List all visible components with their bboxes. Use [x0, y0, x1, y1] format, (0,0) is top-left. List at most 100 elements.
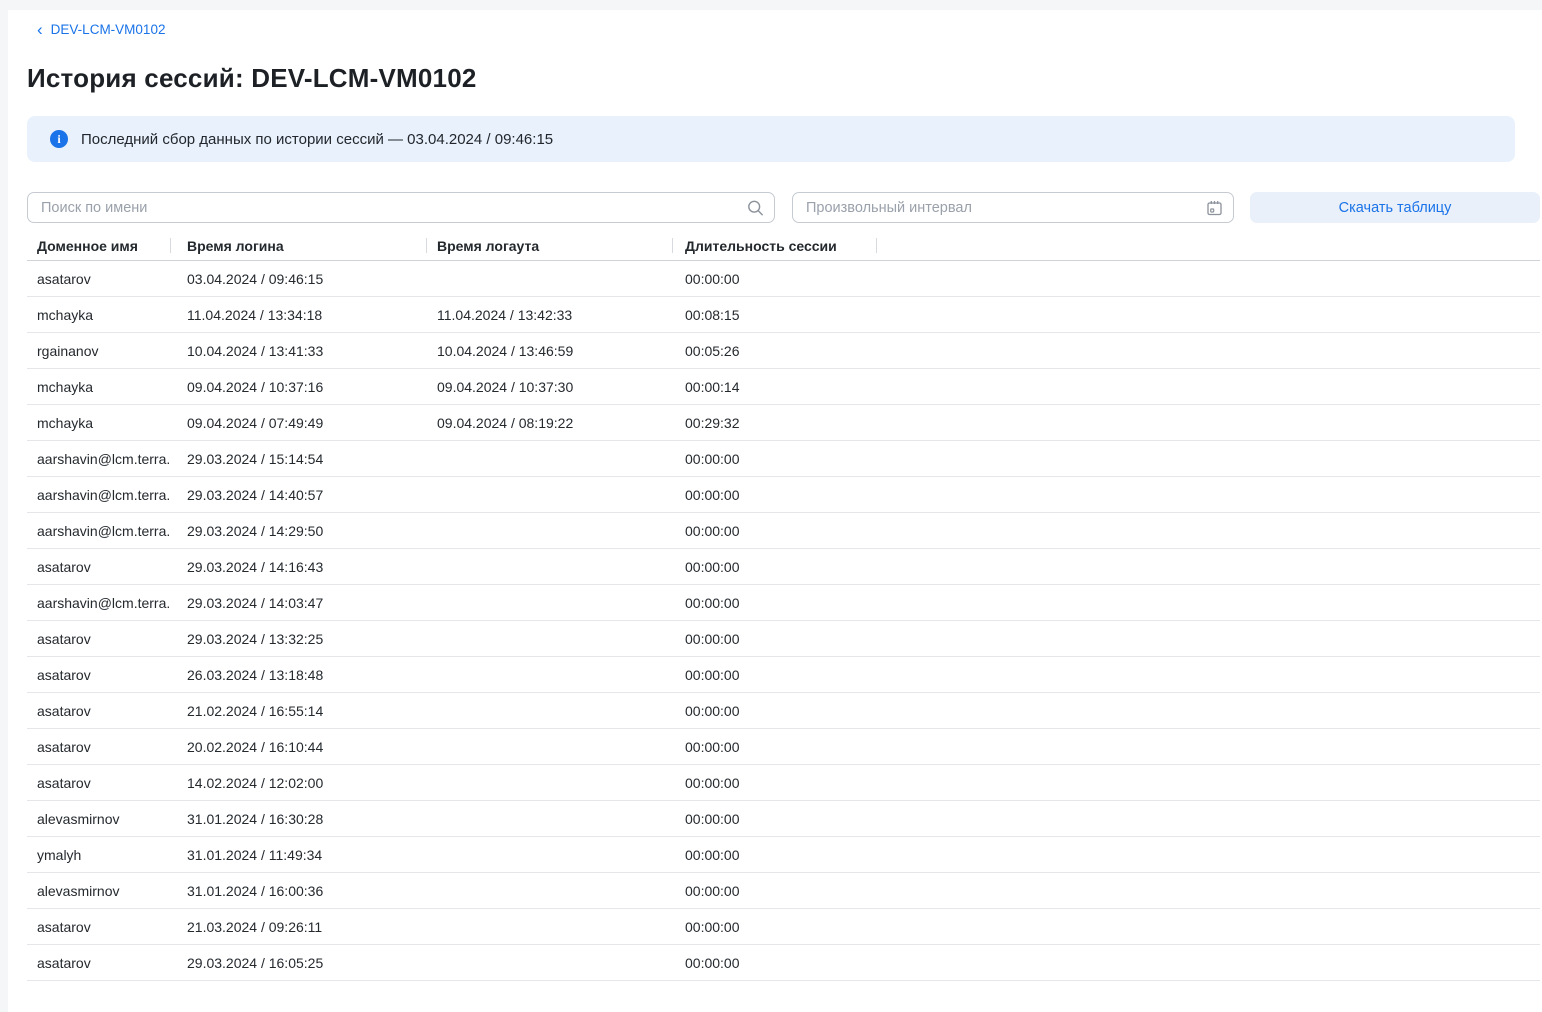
page-title: История сессий: DEV-LCM-VM0102 — [27, 63, 1542, 94]
table-row: asatarov20.02.2024 / 16:10:44 00:00:00 — [27, 729, 1540, 765]
table-row: asatarov03.04.2024 / 09:46:15 00:00:00 — [27, 261, 1540, 297]
cell-domain-name: asatarov — [27, 739, 171, 755]
cell-login-time: 29.03.2024 / 13:32:25 — [171, 631, 427, 647]
cell-login-time: 11.04.2024 / 13:34:18 — [171, 307, 427, 323]
session-history-page: ‹ DEV-LCM-VM0102 История сессий: DEV-LCM… — [0, 0, 1542, 981]
cell-logout-time: 09.04.2024 / 08:19:22 — [427, 415, 673, 431]
cell-domain-name: aarshavin@lcm.terra.in — [27, 487, 171, 503]
search-icon — [747, 199, 764, 216]
cell-login-time: 03.04.2024 / 09:46:15 — [171, 271, 427, 287]
cell-session-duration: 00:00:00 — [673, 739, 877, 755]
table-row: mchayka11.04.2024 / 13:34:1811.04.2024 /… — [27, 297, 1540, 333]
cell-session-duration: 00:00:00 — [673, 955, 877, 971]
table-row: rgainanov10.04.2024 / 13:41:3310.04.2024… — [27, 333, 1540, 369]
cell-session-duration: 00:00:00 — [673, 559, 877, 575]
date-range-field-wrap — [792, 192, 1234, 223]
table-header-row: Доменное имя Время логина Время логаута … — [27, 231, 1540, 261]
table-row: aarshavin@lcm.terra.in29.03.2024 / 14:40… — [27, 477, 1540, 513]
cell-login-time: 14.02.2024 / 12:02:00 — [171, 775, 427, 791]
date-range-input[interactable] — [792, 192, 1234, 223]
cell-login-time: 21.03.2024 / 09:26:11 — [171, 919, 427, 935]
column-header-logout-time[interactable]: Время логаута — [427, 231, 673, 260]
cell-session-duration: 00:08:15 — [673, 307, 877, 323]
cell-session-duration: 00:00:00 — [673, 919, 877, 935]
cell-session-duration: 00:00:00 — [673, 451, 877, 467]
breadcrumb-label: DEV-LCM-VM0102 — [51, 22, 166, 37]
banner-text: Последний сбор данных по истории сессий … — [81, 131, 553, 148]
cell-domain-name: asatarov — [27, 271, 171, 287]
table-row: mchayka09.04.2024 / 07:49:4909.04.2024 /… — [27, 405, 1540, 441]
cell-login-time: 29.03.2024 / 14:16:43 — [171, 559, 427, 575]
cell-session-duration: 00:00:00 — [673, 847, 877, 863]
cell-login-time: 29.03.2024 / 14:03:47 — [171, 595, 427, 611]
sessions-table: Доменное имя Время логина Время логаута … — [27, 231, 1540, 981]
cell-session-duration: 00:29:32 — [673, 415, 877, 431]
cell-session-duration: 00:00:00 — [673, 523, 877, 539]
table-row: asatarov21.03.2024 / 09:26:11 00:00:00 — [27, 909, 1540, 945]
cell-logout-time: 11.04.2024 / 13:42:33 — [427, 307, 673, 323]
download-table-button[interactable]: Скачать таблицу — [1250, 192, 1540, 223]
cell-domain-name: alevasmirnov — [27, 811, 171, 827]
cell-domain-name: aarshavin@lcm.terra.in — [27, 523, 171, 539]
cell-session-duration: 00:00:00 — [673, 667, 877, 683]
column-header-session-duration[interactable]: Длительность сессии — [673, 231, 877, 260]
cell-session-duration: 00:00:00 — [673, 631, 877, 647]
cell-domain-name: aarshavin@lcm.terra.in — [27, 451, 171, 467]
cell-domain-name: aarshavin@lcm.terra.in — [27, 595, 171, 611]
search-field-wrap — [27, 192, 775, 223]
cell-session-duration: 00:00:00 — [673, 271, 877, 287]
cell-domain-name: asatarov — [27, 703, 171, 719]
cell-domain-name: asatarov — [27, 775, 171, 791]
cell-domain-name: asatarov — [27, 955, 171, 971]
cell-login-time: 31.01.2024 / 16:30:28 — [171, 811, 427, 827]
table-row: asatarov29.03.2024 / 16:05:25 00:00:00 — [27, 945, 1540, 981]
info-icon: i — [50, 130, 68, 148]
table-row: asatarov29.03.2024 / 14:16:43 00:00:00 — [27, 549, 1540, 585]
cell-domain-name: asatarov — [27, 667, 171, 683]
table-controls: Скачать таблицу — [27, 192, 1540, 223]
cell-login-time: 10.04.2024 / 13:41:33 — [171, 343, 427, 359]
cell-logout-time: 09.04.2024 / 10:37:30 — [427, 379, 673, 395]
cell-login-time: 29.03.2024 / 14:29:50 — [171, 523, 427, 539]
cell-login-time: 26.03.2024 / 13:18:48 — [171, 667, 427, 683]
cell-login-time: 29.03.2024 / 14:40:57 — [171, 487, 427, 503]
cell-login-time: 09.04.2024 / 07:49:49 — [171, 415, 427, 431]
table-row: aarshavin@lcm.terra.in29.03.2024 / 15:14… — [27, 441, 1540, 477]
cell-domain-name: mchayka — [27, 415, 171, 431]
cell-login-time: 09.04.2024 / 10:37:16 — [171, 379, 427, 395]
cell-session-duration: 00:00:00 — [673, 775, 877, 791]
cell-login-time: 21.02.2024 / 16:55:14 — [171, 703, 427, 719]
cell-domain-name: mchayka — [27, 379, 171, 395]
cell-login-time: 29.03.2024 / 15:14:54 — [171, 451, 427, 467]
cell-login-time: 31.01.2024 / 11:49:34 — [171, 847, 427, 863]
column-header-login-time[interactable]: Время логина — [171, 231, 427, 260]
cell-login-time: 29.03.2024 / 16:05:25 — [171, 955, 427, 971]
cell-domain-name: ymalyh — [27, 847, 171, 863]
chevron-left-icon: ‹ — [37, 23, 43, 37]
table-row: alevasmirnov31.01.2024 / 16:00:36 00:00:0… — [27, 873, 1540, 909]
cell-login-time: 20.02.2024 / 16:10:44 — [171, 739, 427, 755]
calendar-icon — [1206, 199, 1223, 216]
cell-login-time: 31.01.2024 / 16:00:36 — [171, 883, 427, 899]
column-header-domain-name[interactable]: Доменное имя — [27, 231, 171, 260]
cell-session-duration: 00:00:00 — [673, 487, 877, 503]
table-row: ymalyh31.01.2024 / 11:49:34 00:00:00 — [27, 837, 1540, 873]
cell-domain-name: alevasmirnov — [27, 883, 171, 899]
cell-domain-name: mchayka — [27, 307, 171, 323]
table-row: asatarov14.02.2024 / 12:02:00 00:00:00 — [27, 765, 1540, 801]
cell-session-duration: 00:00:00 — [673, 703, 877, 719]
cell-session-duration: 00:00:00 — [673, 883, 877, 899]
cell-session-duration: 00:05:26 — [673, 343, 877, 359]
table-row: asatarov21.02.2024 / 16:55:14 00:00:00 — [27, 693, 1540, 729]
cell-domain-name: asatarov — [27, 919, 171, 935]
table-body: asatarov03.04.2024 / 09:46:1500:00:00mch… — [27, 261, 1540, 981]
table-row: alevasmirnov31.01.2024 / 16:30:28 00:00:0… — [27, 801, 1540, 837]
breadcrumb-back-link[interactable]: ‹ DEV-LCM-VM0102 — [27, 22, 165, 37]
cell-session-duration: 00:00:00 — [673, 811, 877, 827]
search-input[interactable] — [27, 192, 775, 223]
table-row: mchayka09.04.2024 / 10:37:1609.04.2024 /… — [27, 369, 1540, 405]
cell-domain-name: asatarov — [27, 559, 171, 575]
cell-session-duration: 00:00:00 — [673, 595, 877, 611]
table-row: asatarov26.03.2024 / 13:18:48 00:00:00 — [27, 657, 1540, 693]
table-row: aarshavin@lcm.terra.in29.03.2024 / 14:03… — [27, 585, 1540, 621]
